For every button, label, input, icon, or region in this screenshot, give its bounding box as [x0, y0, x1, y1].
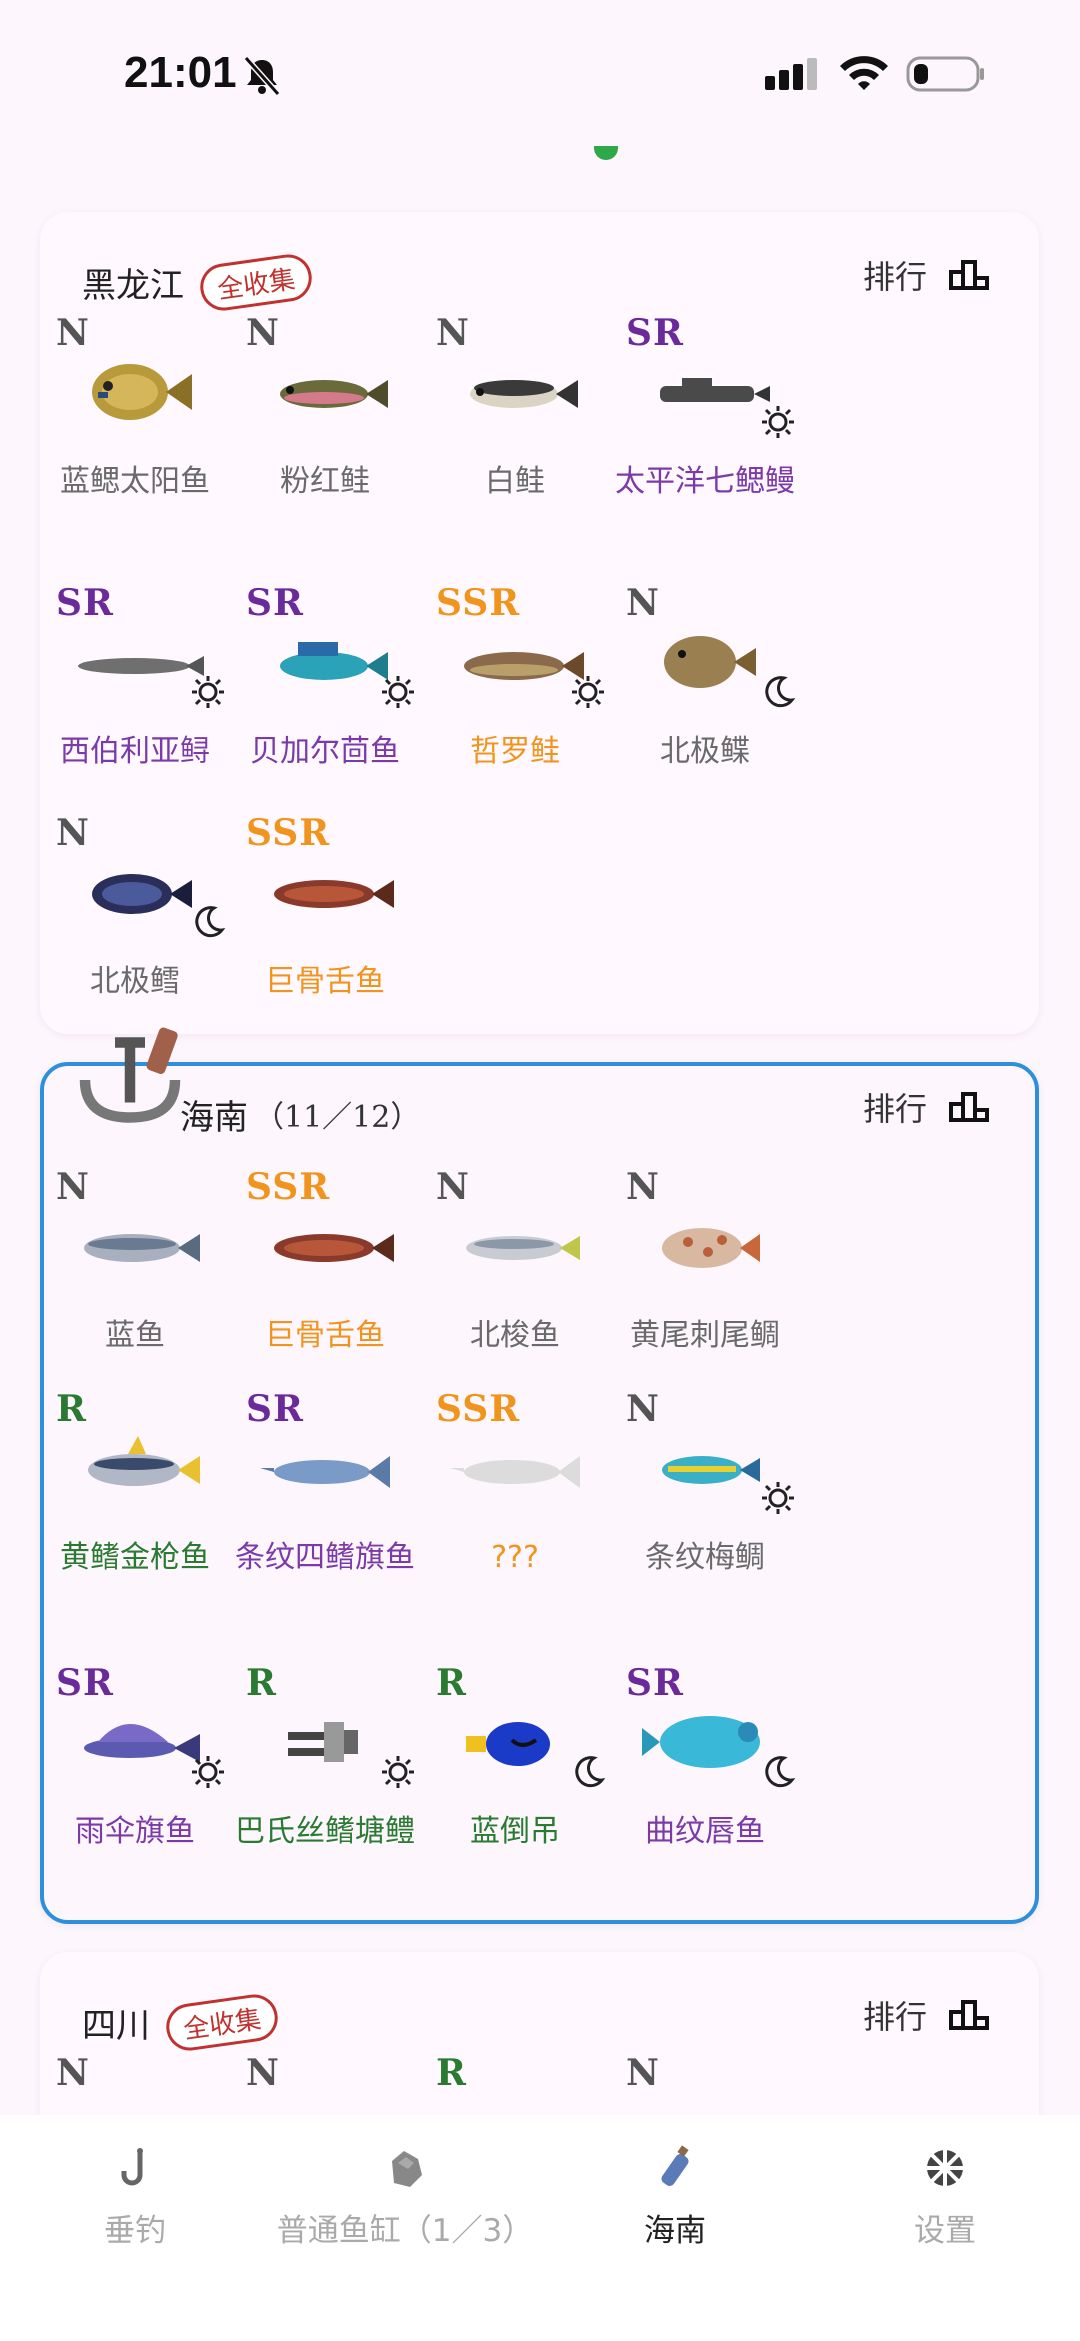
tab-label: 设置	[914, 2213, 976, 2249]
fish-image	[84, 1724, 200, 1762]
rank-label: 排行	[862, 258, 927, 296]
tab-fishing[interactable]: 垂钓	[0, 2145, 270, 2250]
fish-name: 粉红鲑	[280, 464, 370, 499]
fish-name: 蓝鱼	[105, 1318, 165, 1353]
rank-button[interactable]: 排行	[863, 1084, 989, 1130]
weather-icon	[382, 1756, 414, 1788]
moon-icon	[575, 1756, 606, 1788]
fish-name: 北梭鱼	[470, 1318, 560, 1353]
rank-button[interactable]: 排行	[863, 252, 989, 298]
region-card-hainan[interactable]: 海南 （11／12） 排行 N 蓝鱼 SSR 巨骨舌鱼 N 北梭鱼 N 黄尾刺尾…	[40, 1062, 1039, 1924]
weather-icon	[192, 1756, 224, 1788]
fish-image	[260, 1456, 390, 1488]
hook-icon	[121, 2148, 143, 2186]
status-bar: 21:01	[0, 0, 1080, 140]
weather-icon	[572, 676, 604, 708]
tab-label: 海南	[644, 2213, 706, 2249]
fish-name: 巨骨舌鱼	[265, 1318, 385, 1353]
fish-name: 黄鳍金枪鱼	[60, 1540, 210, 1575]
wifi-icon	[840, 56, 888, 90]
fish-image	[466, 1722, 550, 1766]
rank-button[interactable]: 排行	[863, 1992, 989, 2038]
fish-image	[92, 874, 192, 914]
region-card-heilongjiang[interactable]: 黑龙江 全收集 排行 N 蓝鳃太阳鱼 N 粉红鲑 N 白鲑 SR 太平洋七鳃鳗 …	[40, 212, 1039, 1034]
fish-image	[280, 642, 388, 680]
tab-label: 普通鱼缸（1／3）	[276, 2213, 534, 2249]
fish-name: 巴氏丝鳍塘鳢	[235, 1814, 415, 1849]
fish-image	[662, 1228, 760, 1268]
tab-settings[interactable]: 设置	[810, 2145, 1080, 2250]
fish-image	[78, 656, 204, 676]
tab-label: 垂钓	[104, 2213, 166, 2249]
fish-image	[274, 1234, 394, 1262]
fish-image	[274, 880, 394, 908]
moon-icon	[765, 1756, 796, 1788]
fish-name: 蓝倒吊	[470, 1814, 560, 1849]
fish-image	[642, 1716, 760, 1768]
stone-icon	[392, 2151, 422, 2187]
clock: 21:01	[124, 48, 237, 97]
fish-name: 黄尾刺尾鲷	[630, 1318, 780, 1353]
bottle-icon	[661, 2145, 689, 2186]
anchor-icon	[79, 1027, 181, 1123]
signal-icon	[765, 58, 817, 90]
fish-name: 太平洋七鳃鳗	[615, 464, 795, 499]
fish-name: 贝加尔茴鱼	[250, 734, 400, 769]
fish-image	[662, 1456, 760, 1484]
tab-aquarium[interactable]: 普通鱼缸（1／3）	[270, 2145, 540, 2250]
fish-name: 条纹梅鲷	[645, 1540, 765, 1575]
tab-hainan[interactable]: 海南	[540, 2145, 810, 2250]
fish-image	[280, 380, 388, 408]
region-progress: （11／12）	[254, 1100, 421, 1135]
region-header: 四川 全收集	[82, 1990, 281, 2054]
settings-icon	[927, 2150, 963, 2186]
fish-image	[470, 380, 578, 408]
region-header: 海南 （11／12）	[180, 1084, 420, 1144]
fish-image	[664, 636, 756, 688]
fish-image	[88, 1436, 200, 1486]
fish-image	[92, 364, 192, 420]
fish-name: 条纹四鳍旗鱼	[235, 1540, 415, 1575]
moon-icon	[765, 676, 796, 708]
fish-name: 哲罗鲑	[470, 734, 560, 769]
bottom-tab-bar: 垂钓 普通鱼缸（1／3） 海南 设置	[0, 2115, 1080, 2341]
region-header: 黑龙江 全收集	[82, 250, 315, 314]
rank-label: 排行	[862, 1998, 927, 2036]
weather-icon	[762, 406, 794, 438]
fish-name: 北极鳕	[90, 964, 180, 999]
scroll-indicator	[594, 146, 618, 160]
rank-label: 排行	[862, 1090, 927, 1128]
fish-name: ???	[491, 1540, 539, 1575]
fish-image	[84, 1234, 200, 1262]
fish-image	[660, 378, 770, 402]
complete-badge: 全收集	[197, 250, 315, 314]
region-title: 海南	[180, 1097, 248, 1138]
weather-icon	[192, 676, 224, 708]
region-title: 黑龙江	[82, 265, 184, 306]
fish-image	[288, 1722, 358, 1762]
fish-name: 巨骨舌鱼	[265, 964, 385, 999]
fish-name: 蓝鳃太阳鱼	[60, 464, 210, 499]
podium-icon	[949, 2000, 989, 2030]
fish-name: 雨伞旗鱼	[75, 1814, 195, 1849]
region-title: 四川	[82, 2005, 150, 2046]
fish-image	[464, 652, 584, 680]
battery-icon	[906, 56, 984, 92]
mute-icon	[243, 56, 281, 96]
fish-name: 白鲑	[485, 464, 545, 499]
fish-name: 曲纹唇鱼	[645, 1814, 765, 1849]
podium-icon	[949, 1092, 989, 1122]
fish-image	[450, 1456, 580, 1488]
podium-icon	[949, 260, 989, 290]
weather-icon	[382, 676, 414, 708]
fish-name: 北极鲽	[660, 734, 750, 769]
weather-icon	[762, 1482, 794, 1514]
fish-name: 西伯利亚鲟	[60, 734, 210, 769]
complete-badge: 全收集	[163, 1990, 281, 2054]
fish-image	[466, 1236, 580, 1260]
moon-icon	[195, 906, 226, 938]
